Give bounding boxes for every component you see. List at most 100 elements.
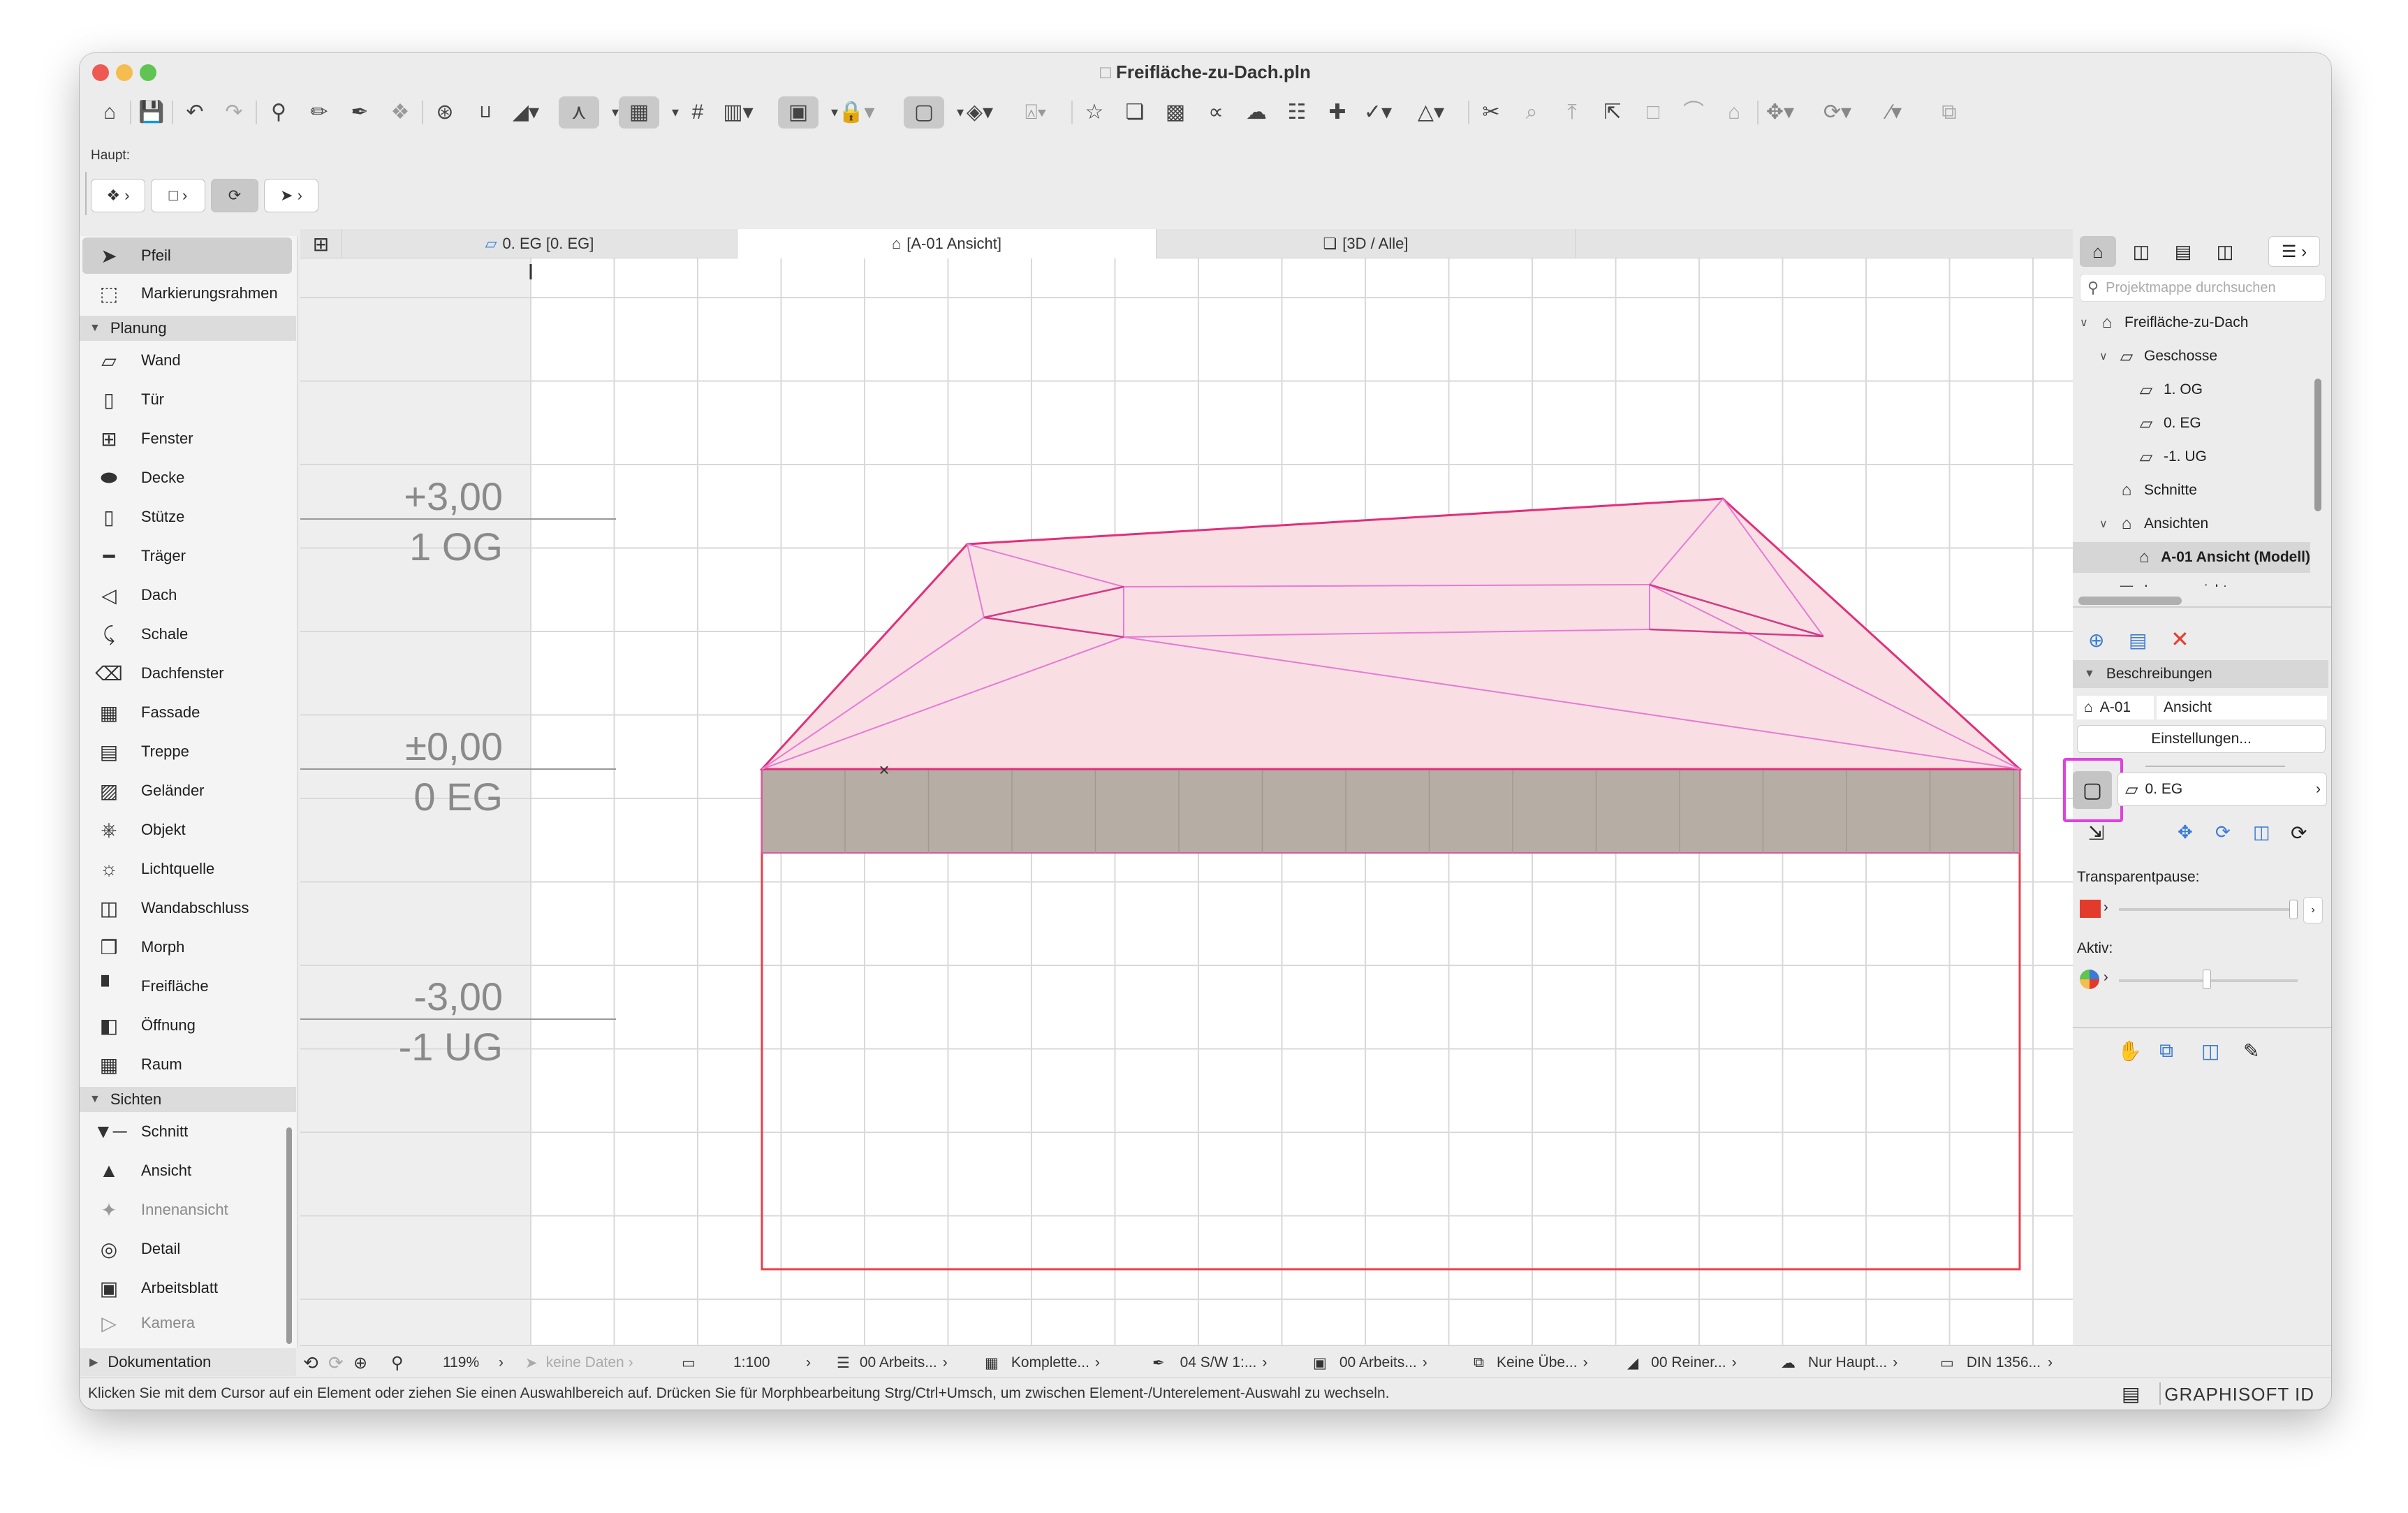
tool-morph[interactable]: ❒ Morph	[82, 929, 292, 965]
tree-item[interactable]: ∨ ⌂ Ansichten	[2099, 509, 2310, 539]
chevron-down-icon[interactable]: ∨	[2099, 349, 2115, 363]
tab-elevation[interactable]: ⌂ [A-01 Ansicht]	[737, 229, 1157, 258]
structure-icon[interactable]: ⍓▾	[1020, 96, 1052, 129]
copy-icon[interactable]: ⧉	[1933, 96, 1965, 129]
move-reference-icon[interactable]: ✥	[2178, 821, 2193, 843]
magic-wand-icon[interactable]: ❖	[384, 96, 416, 129]
trace-icon[interactable]: ▣	[778, 96, 818, 129]
chevron-right-icon[interactable]: ›	[2104, 900, 2108, 916]
chevron-right-icon[interactable]: ›	[2104, 970, 2108, 986]
tool-detail[interactable]: ◎ Detail	[82, 1231, 292, 1267]
tool-tuer[interactable]: ▯ Tür	[82, 381, 292, 418]
toolbox-scrollbar[interactable]	[286, 1127, 292, 1344]
split-scissors-icon[interactable]: ✂	[1475, 96, 1507, 129]
rotate-reference-icon[interactable]: ⟳	[2215, 821, 2231, 843]
tool-schnitt[interactable]: ▼─ Schnitt	[82, 1113, 292, 1150]
tab-floorplan[interactable]: ▱ 0. EG [0. EG]	[342, 229, 737, 258]
tree-item[interactable]: ⌂ A-01 Ansicht (Modell)	[2073, 542, 2310, 573]
tool-gelaender[interactable]: ▨ Geländer	[82, 773, 292, 809]
tool-schale[interactable]: ⤹ Schale	[82, 616, 292, 652]
tool-oeffnung[interactable]: ◧ Öffnung	[82, 1007, 292, 1044]
geometry-method-button[interactable]: ❖ ›	[91, 179, 145, 212]
transparency-slider[interactable]	[2119, 908, 2298, 911]
tool-innenansicht[interactable]: ✦ Innenansicht	[82, 1192, 292, 1228]
model-view-status[interactable]: ▣ 00 Arbeits... ›	[1313, 1346, 1427, 1380]
tree-item[interactable]: ▱ 1. OG	[2119, 374, 2310, 405]
fillet-icon[interactable]: ⌒	[1677, 96, 1710, 129]
tool-treppe[interactable]: ▤ Treppe	[82, 733, 292, 770]
project-map-icon[interactable]: ⌂	[2080, 236, 2116, 267]
guide-lines-icon[interactable]: ◢▾	[510, 96, 542, 129]
slab-band[interactable]	[761, 768, 2020, 854]
mirror-icon[interactable]: ∕▾	[1879, 96, 1911, 129]
tree-item[interactable]: ⌂ Schnitte	[2099, 475, 2310, 506]
drawing-canvas[interactable]: +3,00 1 OG ±0,00 0 EG -3,00 -1 UG ×	[300, 258, 2143, 1345]
compare-icon[interactable]: ⧉	[2159, 1039, 2173, 1062]
teamwork-icon[interactable]: ☁	[1240, 96, 1272, 129]
active-slider-knob[interactable]	[2203, 970, 2211, 989]
color-swatch-red[interactable]	[2080, 900, 2101, 918]
snap-points-icon[interactable]: ⊛	[429, 96, 461, 129]
intersect-icon[interactable]: □	[1637, 96, 1669, 129]
tool-lichtquelle[interactable]: ☼ Lichtquelle	[82, 851, 292, 887]
tab-overview-icon[interactable]: ⊞	[300, 229, 342, 258]
inject-syringe-icon[interactable]: ✒	[344, 96, 376, 129]
tool-decke[interactable]: ⬬ Decke	[82, 460, 292, 496]
chevron-down-icon[interactable]: ∨	[2099, 517, 2115, 531]
tool-traeger[interactable]: ━ Träger	[82, 538, 292, 574]
chevron-right-icon[interactable]: ›	[2303, 897, 2323, 923]
tool-dach[interactable]: ◁ Dach	[82, 577, 292, 613]
grid-icon[interactable]: #	[682, 96, 714, 129]
lock-icon[interactable]: 🔒▾	[838, 96, 874, 129]
refresh-icon[interactable]: ⟳	[2291, 821, 2307, 845]
tree-item[interactable]: ∨ ▱ Geschosse	[2099, 341, 2310, 372]
reset-reference-icon[interactable]: ◫	[2253, 821, 2270, 843]
add-icon[interactable]: ⊕	[2088, 629, 2104, 652]
toolbox-section-dokumentation[interactable]: ▶ Dokumentation	[80, 1348, 296, 1376]
tool-fassade[interactable]: ▦ Fassade	[82, 694, 292, 731]
panels-icon[interactable]: ▤	[2122, 1382, 2140, 1405]
tree-vertical-scrollbar[interactable]	[2314, 379, 2321, 511]
adjust-icon[interactable]: ⌕	[1515, 96, 1548, 129]
fit-in-window-icon[interactable]: ⚲	[391, 1346, 404, 1380]
view-id-field[interactable]: ⌂ A-01	[2077, 696, 2154, 719]
rotate-icon[interactable]: ⟳▾	[1821, 96, 1853, 129]
picture-icon[interactable]: ▩	[1159, 96, 1191, 129]
show-reference-icon[interactable]: ✋	[2117, 1039, 2142, 1062]
tool-stuetze[interactable]: ▯ Stütze	[82, 499, 292, 535]
tree-item[interactable]: ▱ 0. EG	[2119, 408, 2310, 439]
toolbox-section-planung[interactable]: ▼ Planung	[80, 316, 296, 341]
no-data-indicator[interactable]: ➤ keine Daten ›	[525, 1346, 633, 1380]
tree-item[interactable]: ▣ Innenansichten	[2099, 576, 2310, 587]
link-icon[interactable]: ∝	[1200, 96, 1232, 129]
layer-combination-icon[interactable]: ▢	[904, 96, 944, 129]
publisher-icon[interactable]: ◫	[2207, 236, 2243, 267]
navigator-search-field[interactable]: ⚲ Projektmappe durchsuchen	[2080, 274, 2326, 302]
tool-wand[interactable]: ▱ Wand	[82, 342, 292, 379]
renovation-status[interactable]: ◢ 00 Reiner... ›	[1627, 1346, 1737, 1380]
tool-freiflaeche[interactable]: ▘ Freifläche	[82, 968, 292, 1004]
label-tag-icon[interactable]: ✚	[1321, 96, 1353, 129]
dimension-status[interactable]: ▭ DIN 1356... ›	[1940, 1346, 2053, 1380]
redo-icon[interactable]: ↷	[218, 96, 250, 129]
selection-method-button[interactable]: □ ›	[151, 179, 205, 212]
tool-pfeil[interactable]: ➤ Pfeil	[82, 237, 292, 274]
pen-set-status[interactable]: ✒ 04 S/W 1:... ›	[1152, 1346, 1267, 1380]
structure-status[interactable]: ▦ Komplette... ›	[985, 1346, 1100, 1380]
tool-arbeitsblatt[interactable]: ▣ Arbeitsblatt	[82, 1270, 292, 1306]
view-name-field[interactable]: Ansicht	[2157, 696, 2327, 719]
tool-kamera[interactable]: ▷ Kamera	[82, 1309, 292, 1337]
graphisoft-id-button[interactable]: GRAPHISOFT ID	[2164, 1384, 2314, 1405]
display-status[interactable]: ☁ Nur Haupt... ›	[1781, 1346, 1897, 1380]
reference-story-select[interactable]: ▱ 0. EG ›	[2117, 773, 2327, 806]
3d-view-icon[interactable]: ❏	[1119, 96, 1151, 129]
graphic-override-icon[interactable]: △▾	[1415, 96, 1447, 129]
grid-snap-icon[interactable]: ⋏	[559, 96, 599, 129]
layer-combination-status[interactable]: ☰ 00 Arbeits... ›	[837, 1346, 948, 1380]
graphic-override-status[interactable]: ⧉ Keine Übe... ›	[1474, 1346, 1588, 1380]
toolbox-section-sichten[interactable]: ▼ Sichten	[80, 1087, 296, 1112]
view-filter-icon[interactable]: ◈▾	[964, 96, 996, 129]
zoom-value[interactable]: 119%	[443, 1346, 479, 1380]
save-icon[interactable]: 💾	[135, 96, 168, 129]
tool-markierungsrahmen[interactable]: ⬚ Markierungsrahmen	[82, 275, 292, 312]
